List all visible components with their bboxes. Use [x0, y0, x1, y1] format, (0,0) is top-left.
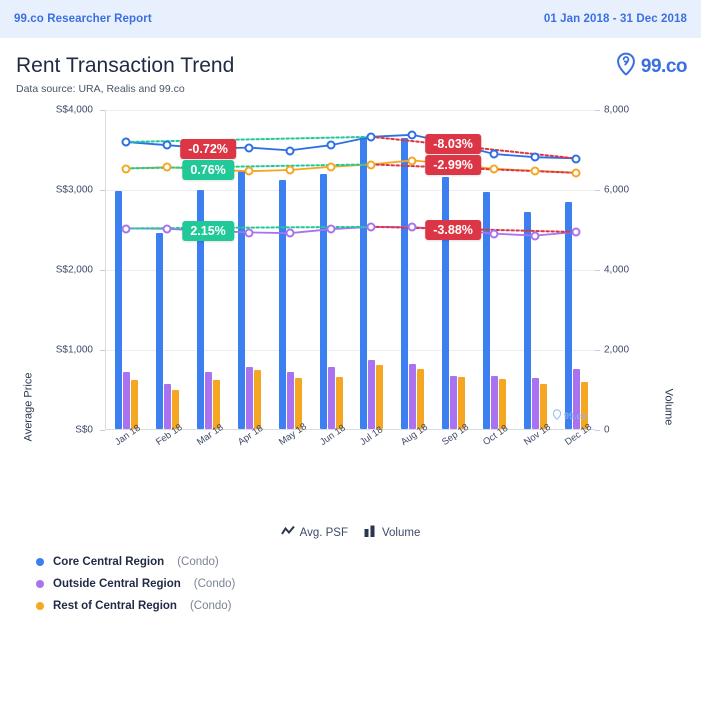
- report-label: 99.co Researcher Report: [14, 13, 152, 25]
- series-legend-label: Core Central Region: [53, 556, 165, 568]
- location-pin-icon: [552, 407, 562, 425]
- y-axis-tick: S$2,000: [55, 264, 93, 276]
- page-title: Rent Transaction Trend: [16, 54, 235, 77]
- series-legend-sublabel: (Condo): [193, 578, 236, 590]
- series-color-dot: [36, 602, 44, 610]
- series-legend-item[interactable]: Outside Central Region (Condo): [36, 578, 235, 590]
- chart-container: Average Price Volume S$0 S$1,000 S$2,000 S$…: [0, 101, 701, 521]
- location-pin-icon: [615, 52, 637, 81]
- data-point-marker[interactable]: [244, 228, 254, 238]
- data-point-marker[interactable]: [366, 222, 376, 232]
- legend-label-avg-psf: Avg. PSF: [299, 526, 348, 539]
- trend-lines: [125, 134, 577, 237]
- y-axis-tick: S$1,000: [55, 344, 93, 356]
- data-point-marker[interactable]: [121, 164, 131, 174]
- chart-watermark: 99.co: [552, 407, 587, 425]
- data-point-marker[interactable]: [285, 146, 295, 156]
- data-point-marker[interactable]: [366, 160, 376, 170]
- topbar: 99.co Researcher Report 01 Jan 2018 - 31…: [0, 0, 701, 38]
- title-block: Rent Transaction Trend Data source: URA,…: [0, 38, 701, 95]
- data-point-marker[interactable]: [244, 143, 254, 153]
- data-point-marker[interactable]: [162, 140, 172, 150]
- data-point-marker[interactable]: [121, 137, 131, 147]
- change-badge: -0.72%: [180, 138, 236, 159]
- data-point-marker[interactable]: [489, 229, 499, 239]
- series-legend: Core Central Region (Condo) Outside Centra…: [36, 556, 235, 622]
- watermark-label: 99.co: [563, 411, 587, 422]
- y2-axis-tick: 8,000: [604, 104, 630, 116]
- change-badge: -8.03%: [425, 133, 481, 154]
- data-point-marker[interactable]: [366, 132, 376, 142]
- legend-item-avg-psf[interactable]: Avg. PSF: [280, 525, 348, 540]
- report-page: 99.co Researcher Report 01 Jan 2018 - 31…: [0, 0, 701, 719]
- change-badge: 0.76%: [182, 159, 234, 180]
- change-badge: -3.88%: [425, 219, 481, 240]
- data-point-marker[interactable]: [162, 162, 172, 172]
- change-badge: 2.15%: [182, 220, 234, 241]
- series-color-dot: [36, 558, 44, 566]
- chart-type-legend: Avg. PSF Volume: [0, 525, 701, 540]
- data-point-marker[interactable]: [530, 166, 540, 176]
- data-point-marker[interactable]: [571, 154, 581, 164]
- data-point-marker[interactable]: [530, 152, 540, 162]
- y-axis-tick: S$4,000: [55, 104, 93, 116]
- brand-name: 99.co: [640, 55, 688, 77]
- data-point-marker[interactable]: [407, 156, 417, 166]
- data-point-marker[interactable]: [571, 227, 581, 237]
- series-color-dot: [36, 580, 44, 588]
- y-axis-tick: S$3,000: [55, 184, 93, 196]
- date-range-label: 01 Jan 2018 - 31 Dec 2018: [543, 13, 687, 25]
- change-badge: -2.99%: [425, 154, 481, 175]
- series-legend-label: Rest of Central Region: [53, 600, 177, 612]
- y2-axis-tick: 4,000: [604, 264, 630, 276]
- data-point-marker[interactable]: [121, 224, 131, 234]
- y2-axis-title: Volume: [662, 388, 675, 426]
- data-source-label: Data source: URA, Realis and 99.co: [16, 83, 185, 96]
- brand-logo: 99.co: [615, 52, 688, 81]
- series-legend-sublabel: (Condo): [177, 556, 219, 568]
- data-point-marker[interactable]: [326, 224, 336, 234]
- data-point-marker[interactable]: [489, 164, 499, 174]
- y2-axis-tick: 6,000: [604, 184, 630, 196]
- data-point-marker[interactable]: [571, 168, 581, 178]
- y2-axis-tick: 2,000: [604, 344, 630, 356]
- data-point-marker[interactable]: [285, 228, 295, 238]
- series-legend-item[interactable]: Core Central Region (Condo): [36, 556, 235, 568]
- series-legend-label: Outside Central Region: [53, 578, 181, 590]
- data-point-marker[interactable]: [244, 166, 254, 176]
- data-point-marker[interactable]: [162, 224, 172, 234]
- data-point-marker[interactable]: [285, 165, 295, 175]
- y2-axis-tick: 0: [604, 424, 610, 436]
- data-point-marker[interactable]: [530, 231, 540, 241]
- series-legend-sublabel: (Condo): [189, 600, 232, 612]
- bar-chart-icon: [364, 525, 377, 540]
- y-axis-tick: S$0: [75, 424, 93, 436]
- data-point-marker[interactable]: [326, 162, 336, 172]
- legend-item-volume[interactable]: Volume: [364, 525, 420, 540]
- data-point-marker[interactable]: [489, 149, 499, 159]
- legend-label-volume: Volume: [382, 526, 421, 539]
- series-legend-item[interactable]: Rest of Central Region (Condo): [36, 600, 235, 612]
- line-chart-icon: [280, 525, 295, 540]
- data-point-marker[interactable]: [407, 130, 417, 140]
- data-point-marker[interactable]: [407, 222, 417, 232]
- plot-area: -0.72% 0.76% 2.15% -8.03% -2.99% -3.88% 99.co: [105, 110, 595, 431]
- data-point-marker[interactable]: [326, 140, 336, 150]
